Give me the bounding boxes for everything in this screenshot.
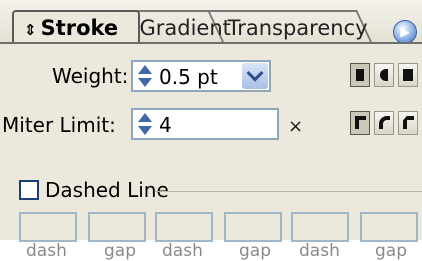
dash-field-1[interactable] [19, 212, 77, 242]
projecting-cap-button[interactable] [398, 63, 418, 87]
miter-stepper[interactable] [136, 113, 154, 135]
round-cap-button[interactable] [374, 63, 394, 87]
stepper-down-icon[interactable] [138, 126, 152, 135]
dash-field-3[interactable] [291, 212, 349, 242]
dashed-line-checkbox[interactable] [19, 180, 39, 200]
dash-label-2: dash [162, 241, 203, 261]
dash-label-3: dash [299, 241, 340, 261]
gap-label-1: gap [104, 241, 136, 261]
stroke-panel: Transparency Gradient ⇕ Stroke ▶ Weight: … [0, 0, 422, 261]
dash-label-1: dash [26, 241, 67, 261]
miter-limit-value[interactable]: 4 [159, 112, 172, 138]
tab-stroke-label: Stroke [40, 16, 119, 40]
round-cap-icon [380, 69, 388, 81]
weight-dropdown-button[interactable] [242, 63, 268, 89]
gap-label-3: gap [375, 241, 407, 261]
stepper-down-icon[interactable] [138, 78, 152, 87]
weight-combo[interactable]: 0.5 pt [131, 60, 271, 92]
section-divider [155, 191, 422, 192]
chevron-down-icon [246, 64, 264, 82]
miter-limit-field[interactable]: 4 [131, 108, 279, 140]
weight-value[interactable]: 0.5 pt [159, 64, 218, 90]
weight-stepper[interactable] [136, 65, 154, 87]
butt-cap-button[interactable] [350, 63, 370, 87]
round-join-icon [379, 116, 390, 129]
dash-field-2[interactable] [155, 212, 213, 242]
gap-field-2[interactable] [224, 212, 282, 242]
miter-join-icon [355, 116, 366, 129]
tab-strip: Transparency Gradient ⇕ Stroke ▶ [0, 0, 422, 44]
stepper-up-icon[interactable] [138, 113, 152, 122]
times-symbol: × [288, 116, 304, 137]
panel-menu-button[interactable]: ▶ [393, 20, 417, 44]
miter-limit-label: Miter Limit: [2, 113, 116, 137]
bevel-join-button[interactable] [398, 111, 418, 135]
updown-arrows-icon: ⇕ [24, 21, 37, 39]
butt-cap-icon [356, 69, 364, 81]
stepper-up-icon[interactable] [138, 65, 152, 74]
gap-label-2: gap [239, 241, 271, 261]
tab-stroke[interactable]: ⇕ Stroke [12, 10, 140, 42]
gap-field-3[interactable] [360, 212, 418, 242]
gap-field-1[interactable] [88, 212, 146, 242]
weight-label: Weight: [52, 64, 129, 88]
projecting-cap-icon [403, 69, 413, 81]
round-join-button[interactable] [374, 111, 394, 135]
dashed-line-label: Dashed Line [45, 178, 169, 202]
miter-join-button[interactable] [350, 111, 370, 135]
bevel-join-icon [403, 116, 414, 129]
